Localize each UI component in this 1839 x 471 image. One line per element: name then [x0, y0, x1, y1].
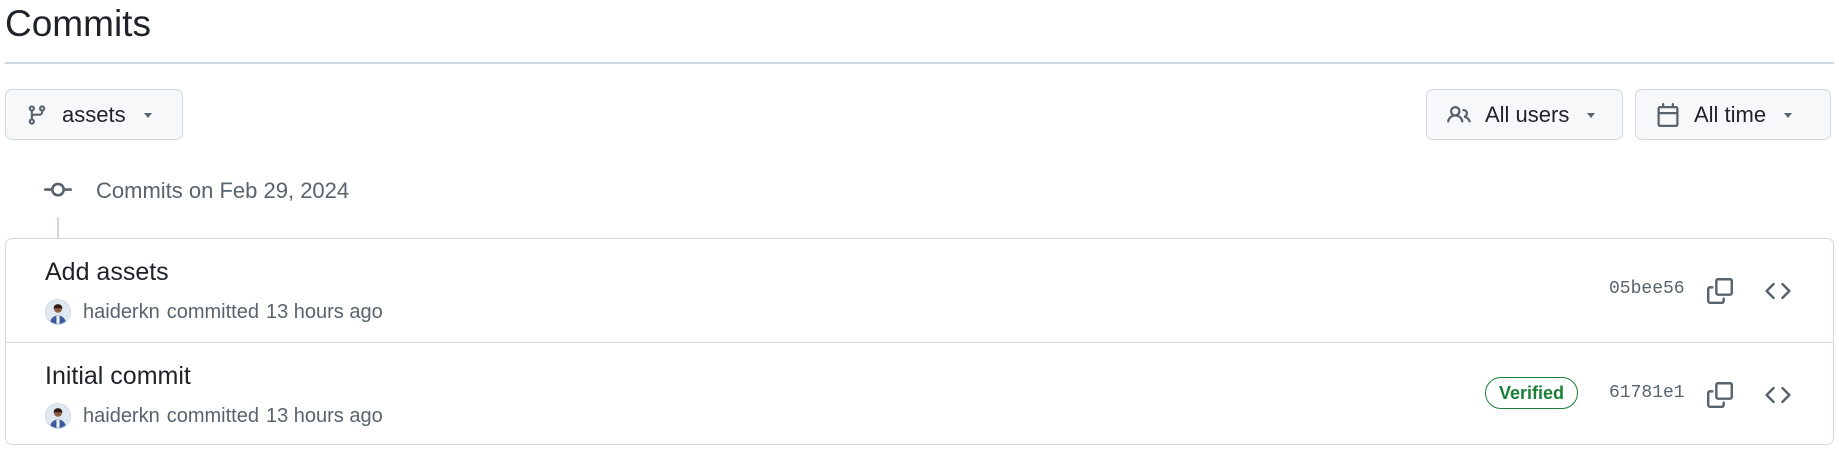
commit-list: Add assets haiderkn committed 13 hours a… — [5, 238, 1834, 445]
branch-label: assets — [62, 101, 126, 127]
author-link[interactable]: haiderkn — [83, 405, 160, 428]
author-link[interactable]: haiderkn — [83, 301, 160, 324]
code-browse-icon[interactable] — [1762, 379, 1794, 411]
commit-meta: haiderkn committed 13 hours ago — [45, 299, 383, 325]
page-title: Commits — [5, 3, 151, 44]
chevron-down-icon — [140, 107, 156, 123]
commit-verb: committed — [166, 300, 259, 323]
calendar-icon — [1656, 102, 1680, 127]
avatar[interactable] — [45, 403, 71, 429]
git-commit-icon — [44, 176, 72, 204]
commit-group-heading: Commits on Feb 29, 2024 — [96, 178, 350, 203]
commit-message-link[interactable]: Add assets — [45, 256, 169, 288]
timeline-connector — [57, 217, 59, 239]
commit-sha-link[interactable]: 61781e1 — [1609, 383, 1685, 403]
relative-time: 13 hours ago — [265, 404, 383, 427]
copy-icon[interactable] — [1704, 275, 1736, 307]
avatar[interactable] — [45, 299, 71, 325]
commit-message-link[interactable]: Initial commit — [45, 360, 191, 392]
people-icon — [1447, 103, 1471, 127]
commit-meta: haiderkn committed 13 hours ago — [45, 403, 383, 429]
users-label: All users — [1485, 101, 1570, 127]
commit-row: Initial commit haiderkn committed 13 hou… — [6, 343, 1833, 446]
commit-sha-link[interactable]: 05bee56 — [1609, 279, 1685, 299]
commit-verb: committed — [166, 404, 259, 427]
relative-time: 13 hours ago — [265, 300, 383, 323]
title-divider — [5, 62, 1834, 64]
commit-row: Add assets haiderkn committed 13 hours a… — [6, 239, 1833, 343]
branch-select-button[interactable]: assets — [5, 89, 183, 140]
time-label: All time — [1694, 101, 1767, 127]
verified-badge[interactable]: Verified — [1485, 377, 1579, 409]
code-browse-icon[interactable] — [1762, 275, 1794, 307]
copy-icon[interactable] — [1704, 379, 1736, 411]
users-filter-button[interactable]: All users — [1426, 89, 1623, 140]
git-branch-icon — [26, 104, 48, 126]
chevron-down-icon — [1780, 107, 1796, 123]
time-filter-button[interactable]: All time — [1635, 89, 1831, 140]
chevron-down-icon — [1583, 107, 1599, 123]
